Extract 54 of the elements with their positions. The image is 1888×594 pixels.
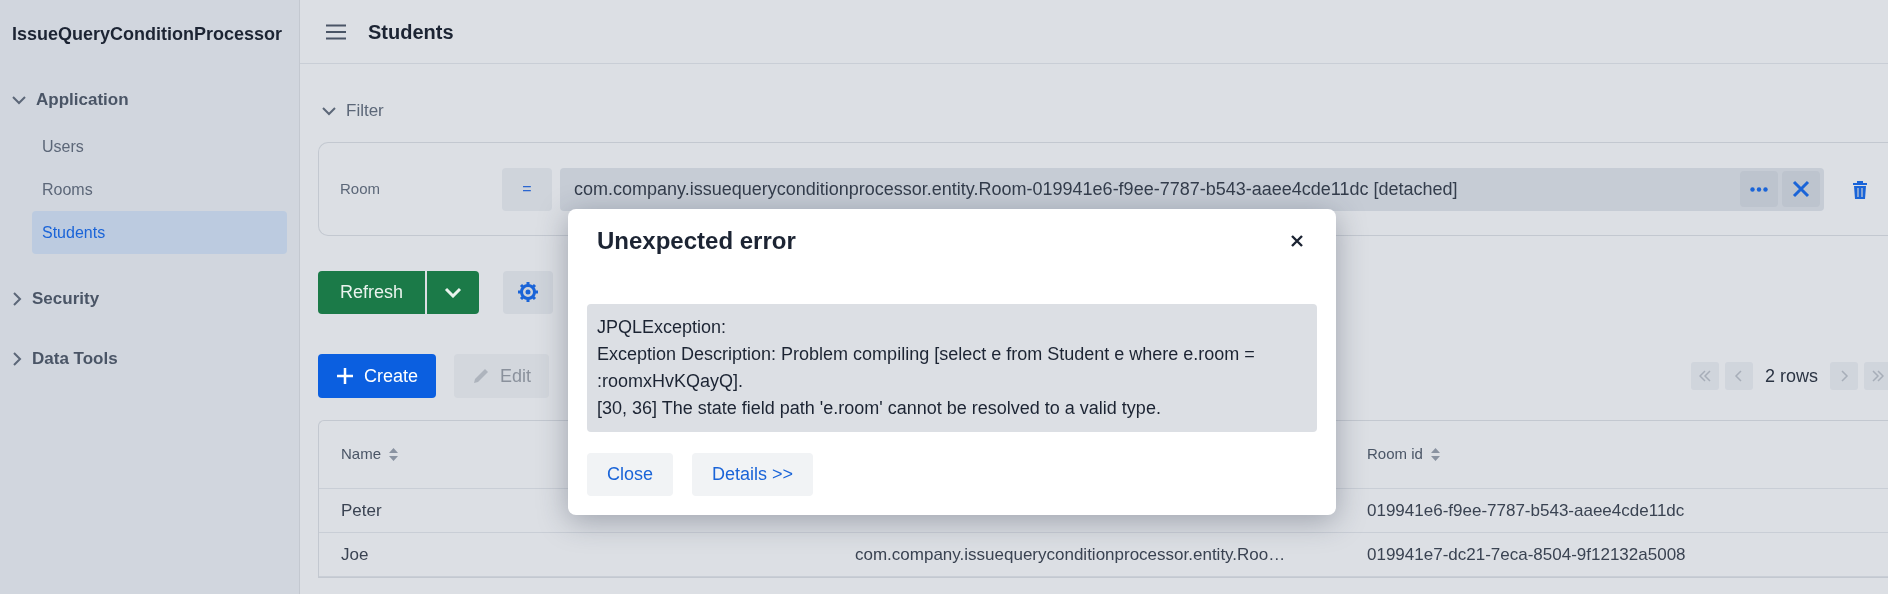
error-message: JPQLException: Exception Description: Problem compiling [select e from Student e where e.room = :roomxHvKQayQ]. [30, 36] The state field path 'e.room' cannot be resolved to a valid type.	[587, 304, 1317, 432]
pencil-icon	[472, 367, 491, 385]
nav-group-label: Security	[32, 288, 100, 311]
more-icon	[1750, 186, 1768, 192]
more-button[interactable]	[1740, 171, 1778, 207]
nav-group-label: Data Tools	[32, 348, 118, 371]
dropdown-button[interactable]	[427, 270, 480, 314]
chevron-down-icon[interactable]	[322, 106, 336, 116]
sidebar-item[interactable]: Students	[32, 211, 287, 254]
page-title: Students	[368, 19, 454, 45]
column-header[interactable]: Room id	[1367, 443, 1423, 466]
table-cell-text: Peter	[341, 499, 382, 522]
condition-label: Room	[340, 178, 381, 199]
trash-icon	[1852, 179, 1868, 199]
chevron-right-icon[interactable]	[12, 292, 22, 306]
plus-icon	[336, 367, 354, 385]
chevron-down-icon	[444, 286, 463, 298]
app-title: IssueQueryConditionProcessor	[11, 23, 284, 46]
table-cell-text: 019941e6-f9ee-7787-b543-aaee4cde11dc	[1367, 499, 1685, 522]
clear-button[interactable]	[1782, 171, 1820, 207]
chevron-down-icon[interactable]	[12, 95, 26, 105]
nav-group[interactable]: Data Tools	[0, 344, 299, 374]
menu-icon[interactable]	[326, 23, 346, 40]
filter-label: Filter	[346, 100, 384, 123]
nav-group[interactable]: Security	[0, 284, 299, 314]
field-value: com.company.issuequeryconditionprocessor.entity.Room-019941e6-f9ee-7787-b543-aaee4cde11dc [detached]	[574, 177, 1459, 201]
nav-group[interactable]: Application	[0, 85, 299, 115]
last-page-icon	[1872, 370, 1884, 382]
sort-icon[interactable]	[1430, 448, 1440, 461]
sidebar-item[interactable]: Rooms	[32, 168, 287, 211]
sort-icon[interactable]	[389, 448, 398, 461]
previous-page-icon	[1733, 370, 1745, 382]
row-count: 2 rows	[1764, 364, 1819, 388]
first-page-icon	[1699, 370, 1711, 382]
nav-group-label: Application	[36, 89, 129, 112]
table-cell-text: com.company.issuequeryconditionprocessor.entity.Roo…	[855, 543, 1286, 566]
dialog-title: Unexpected error	[597, 226, 796, 256]
close-icon	[1792, 180, 1810, 198]
table-cell-text: 019941e7-dc21-7eca-8504-9f12132a5008	[1367, 543, 1686, 566]
close-icon	[1291, 235, 1303, 247]
chevron-right-icon[interactable]	[12, 352, 22, 366]
next-page-icon	[1838, 370, 1850, 382]
filter-toggle[interactable]: Filter	[322, 96, 1888, 126]
dialog-button[interactable]: Details >>	[692, 453, 814, 496]
refresh-button[interactable]: Refresh	[318, 270, 426, 314]
table-cell-text: Joe	[341, 543, 369, 566]
create-button[interactable]: Create	[318, 354, 437, 398]
settings-icon	[518, 282, 539, 302]
dialog-button[interactable]: Close	[587, 453, 674, 496]
sidebar-item[interactable]: Users	[32, 125, 287, 168]
settings-button[interactable]	[503, 270, 554, 314]
value-field[interactable]: com.company.issuequeryconditionprocessor.entity.Room-019941e6-f9ee-7787-b543-aaee4cde11dc [detached]	[560, 167, 1824, 211]
column-header[interactable]: Name	[341, 443, 381, 466]
operator-button[interactable]: =	[502, 167, 552, 211]
